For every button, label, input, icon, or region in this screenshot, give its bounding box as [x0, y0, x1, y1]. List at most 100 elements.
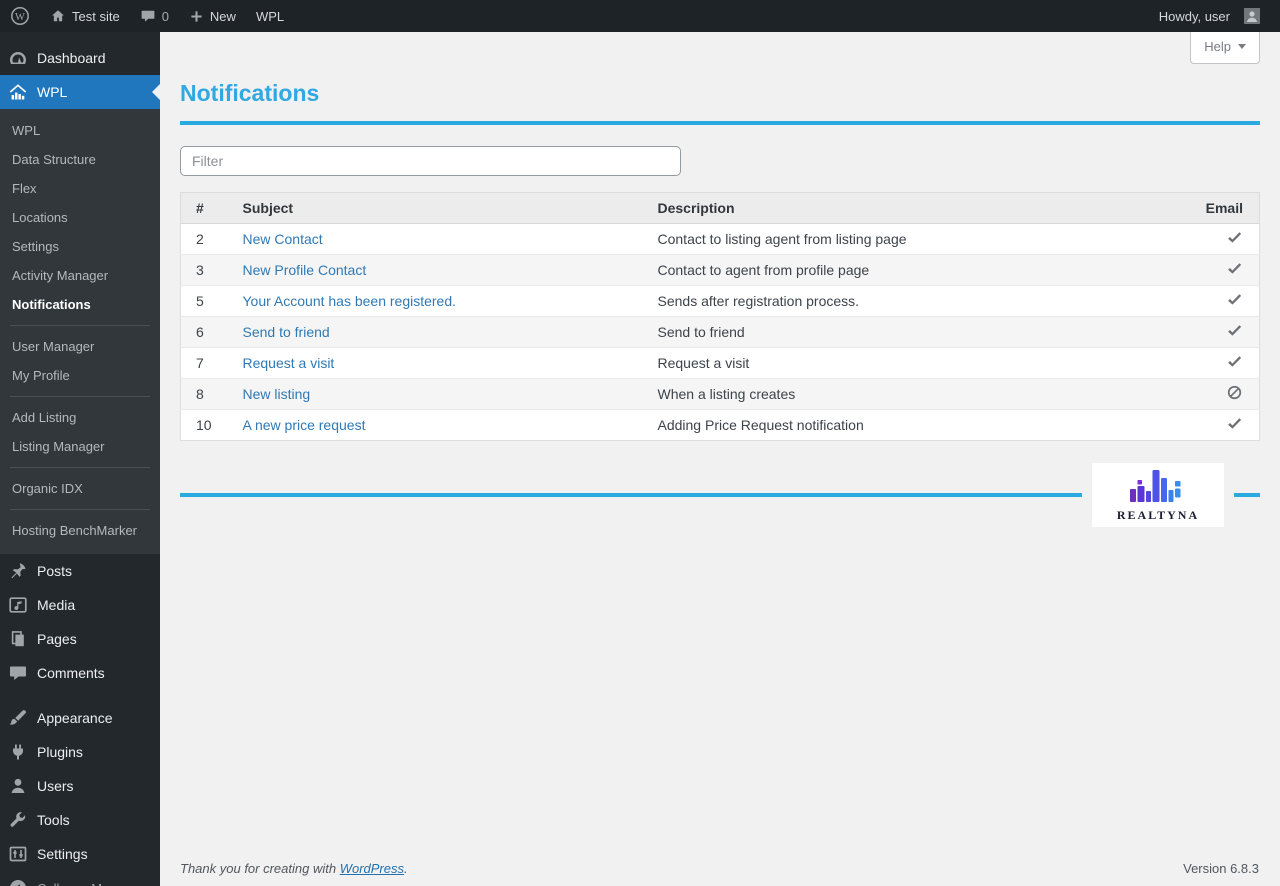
- sidebar-item-label: Media: [37, 597, 75, 613]
- footer-thanks: Thank you for creating with WordPress.: [180, 861, 408, 876]
- brand-divider-right: [1234, 493, 1260, 497]
- sidebar-item-my-profile[interactable]: My Profile: [0, 361, 160, 390]
- wpl-submenu: WPLData StructureFlexLocationsSettingsAc…: [0, 109, 160, 554]
- check-icon[interactable]: [1226, 291, 1243, 308]
- table-row: 2New ContactContact to listing agent fro…: [181, 224, 1260, 255]
- sidebar-item-tools[interactable]: Tools: [0, 803, 160, 837]
- sidebar-item-label: Posts: [37, 563, 72, 579]
- admin-bar: W Test site 0 New WPL Howdy, user: [0, 0, 1280, 32]
- subject-link[interactable]: Your Account has been registered.: [243, 293, 457, 309]
- row-description: When a listing creates: [650, 379, 1188, 410]
- sidebar-item-wpl[interactable]: WPL: [0, 75, 160, 109]
- sidebar-item-label: Users: [37, 778, 74, 794]
- sidebar-item-listing-manager[interactable]: Listing Manager: [0, 432, 160, 461]
- row-id: 6: [181, 317, 235, 348]
- row-email-cell: [1188, 255, 1260, 286]
- row-description: Sends after registration process.: [650, 286, 1188, 317]
- column-header-id: #: [181, 193, 235, 224]
- row-email-cell: [1188, 379, 1260, 410]
- check-icon[interactable]: [1226, 415, 1243, 432]
- notifications-table: #SubjectDescriptionEmail 2New ContactCon…: [180, 192, 1260, 441]
- subject-link[interactable]: Request a visit: [243, 355, 335, 371]
- subject-link[interactable]: Send to friend: [243, 324, 330, 340]
- wordpress-link[interactable]: WordPress: [340, 861, 404, 876]
- chevron-down-icon: [1238, 44, 1246, 49]
- table-row: 6Send to friendSend to friend: [181, 317, 1260, 348]
- table-row: 7Request a visitRequest a visit: [181, 348, 1260, 379]
- sidebar-item-hosting-benchmarker[interactable]: Hosting BenchMarker: [0, 516, 160, 545]
- ban-icon[interactable]: [1226, 384, 1243, 401]
- comments-bubble-link[interactable]: 0: [130, 0, 179, 32]
- sidebar-item-activity-manager[interactable]: Activity Manager: [0, 261, 160, 290]
- wpl-icon: [8, 82, 28, 102]
- sidebar-item-label: WPL: [37, 84, 67, 100]
- branding-row: REALTYNA: [180, 463, 1260, 527]
- wordpress-menu[interactable]: W: [0, 0, 40, 32]
- wpl-adminbar-link[interactable]: WPL: [246, 0, 294, 32]
- sidebar-item-media[interactable]: Media: [0, 588, 160, 622]
- sidebar-item-label: Tools: [37, 812, 70, 828]
- table-header-row: #SubjectDescriptionEmail: [181, 193, 1260, 224]
- sidebar-item-flex[interactable]: Flex: [0, 174, 160, 203]
- check-icon[interactable]: [1226, 229, 1243, 246]
- sidebar-item-appearance[interactable]: Appearance: [0, 701, 160, 735]
- sidebar-item-label: Pages: [37, 631, 77, 647]
- site-name-link[interactable]: Test site: [40, 0, 130, 32]
- media-icon: [8, 595, 28, 615]
- table-row: 10 A new price request Adding Price Reques…: [181, 410, 1260, 441]
- sidebar-item-label: Comments: [37, 665, 105, 681]
- table-header: #SubjectDescriptionEmail: [181, 193, 1260, 224]
- row-subject-cell: New Contact: [235, 224, 650, 255]
- check-icon[interactable]: [1226, 260, 1243, 277]
- sidebar-item-pages[interactable]: Pages: [0, 622, 160, 656]
- sidebar-item-plugins[interactable]: Plugins: [0, 735, 160, 769]
- howdy-label: Howdy, user: [1159, 9, 1230, 24]
- table-body: 2New ContactContact to listing agent fro…: [181, 224, 1260, 441]
- users-icon: [8, 776, 28, 796]
- appearance-icon: [8, 708, 28, 728]
- filter-input[interactable]: [180, 146, 681, 176]
- help-button[interactable]: Help: [1190, 32, 1260, 64]
- new-content-link[interactable]: New: [179, 0, 246, 32]
- row-description: Adding Price Request notification: [650, 410, 1188, 441]
- row-id: 7: [181, 348, 235, 379]
- sidebar-item-comments[interactable]: Comments: [0, 656, 160, 690]
- sidebar-item-label: Collapse Menu: [37, 881, 124, 886]
- sidebar-item-dashboard[interactable]: Dashboard: [0, 41, 160, 75]
- sidebar-item-locations[interactable]: Locations: [0, 203, 160, 232]
- sidebar-item-notifications[interactable]: Notifications: [0, 290, 160, 319]
- subject-link[interactable]: New Contact: [243, 231, 323, 247]
- wpl-adminbar-label: WPL: [256, 9, 284, 24]
- account-menu[interactable]: Howdy, user: [1149, 0, 1270, 32]
- pages-icon: [8, 629, 28, 649]
- sidebar-item-data-structure[interactable]: Data Structure: [0, 145, 160, 174]
- settings-icon: [8, 844, 28, 864]
- sidebar-item-label: Dashboard: [37, 50, 106, 66]
- sidebar-item-collapse-menu[interactable]: Collapse Menu: [0, 871, 160, 886]
- row-subject-cell: A new price request: [235, 410, 650, 441]
- sidebar-item-users[interactable]: Users: [0, 769, 160, 803]
- sidebar-item-add-listing[interactable]: Add Listing: [0, 403, 160, 432]
- subject-link[interactable]: New listing: [243, 386, 311, 402]
- table-row: 5Your Account has been registered.Sends …: [181, 286, 1260, 317]
- sidebar-item-settings[interactable]: Settings: [0, 232, 160, 261]
- subject-link[interactable]: New Profile Contact: [243, 262, 367, 278]
- dashboard-icon: [8, 48, 28, 68]
- check-icon[interactable]: [1226, 322, 1243, 339]
- row-email-cell: [1188, 348, 1260, 379]
- page-title: Notifications: [180, 78, 1260, 108]
- plus-icon: [189, 9, 204, 24]
- row-subject-cell: Request a visit: [235, 348, 650, 379]
- table-row: 3New Profile ContactContact to agent fro…: [181, 255, 1260, 286]
- row-id: 10: [181, 410, 235, 441]
- sidebar-item-wpl[interactable]: WPL: [0, 116, 160, 145]
- comments-count: 0: [162, 9, 169, 24]
- brand-divider-left: [180, 493, 1082, 497]
- check-icon[interactable]: [1226, 353, 1243, 370]
- subject-link[interactable]: A new price request: [243, 417, 366, 433]
- sidebar-item-posts[interactable]: Posts: [0, 554, 160, 588]
- column-header-email: Email: [1188, 193, 1260, 224]
- sidebar-item-settings[interactable]: Settings: [0, 837, 160, 871]
- sidebar-item-user-manager[interactable]: User Manager: [0, 332, 160, 361]
- sidebar-item-organic-idx[interactable]: Organic IDX: [0, 474, 160, 503]
